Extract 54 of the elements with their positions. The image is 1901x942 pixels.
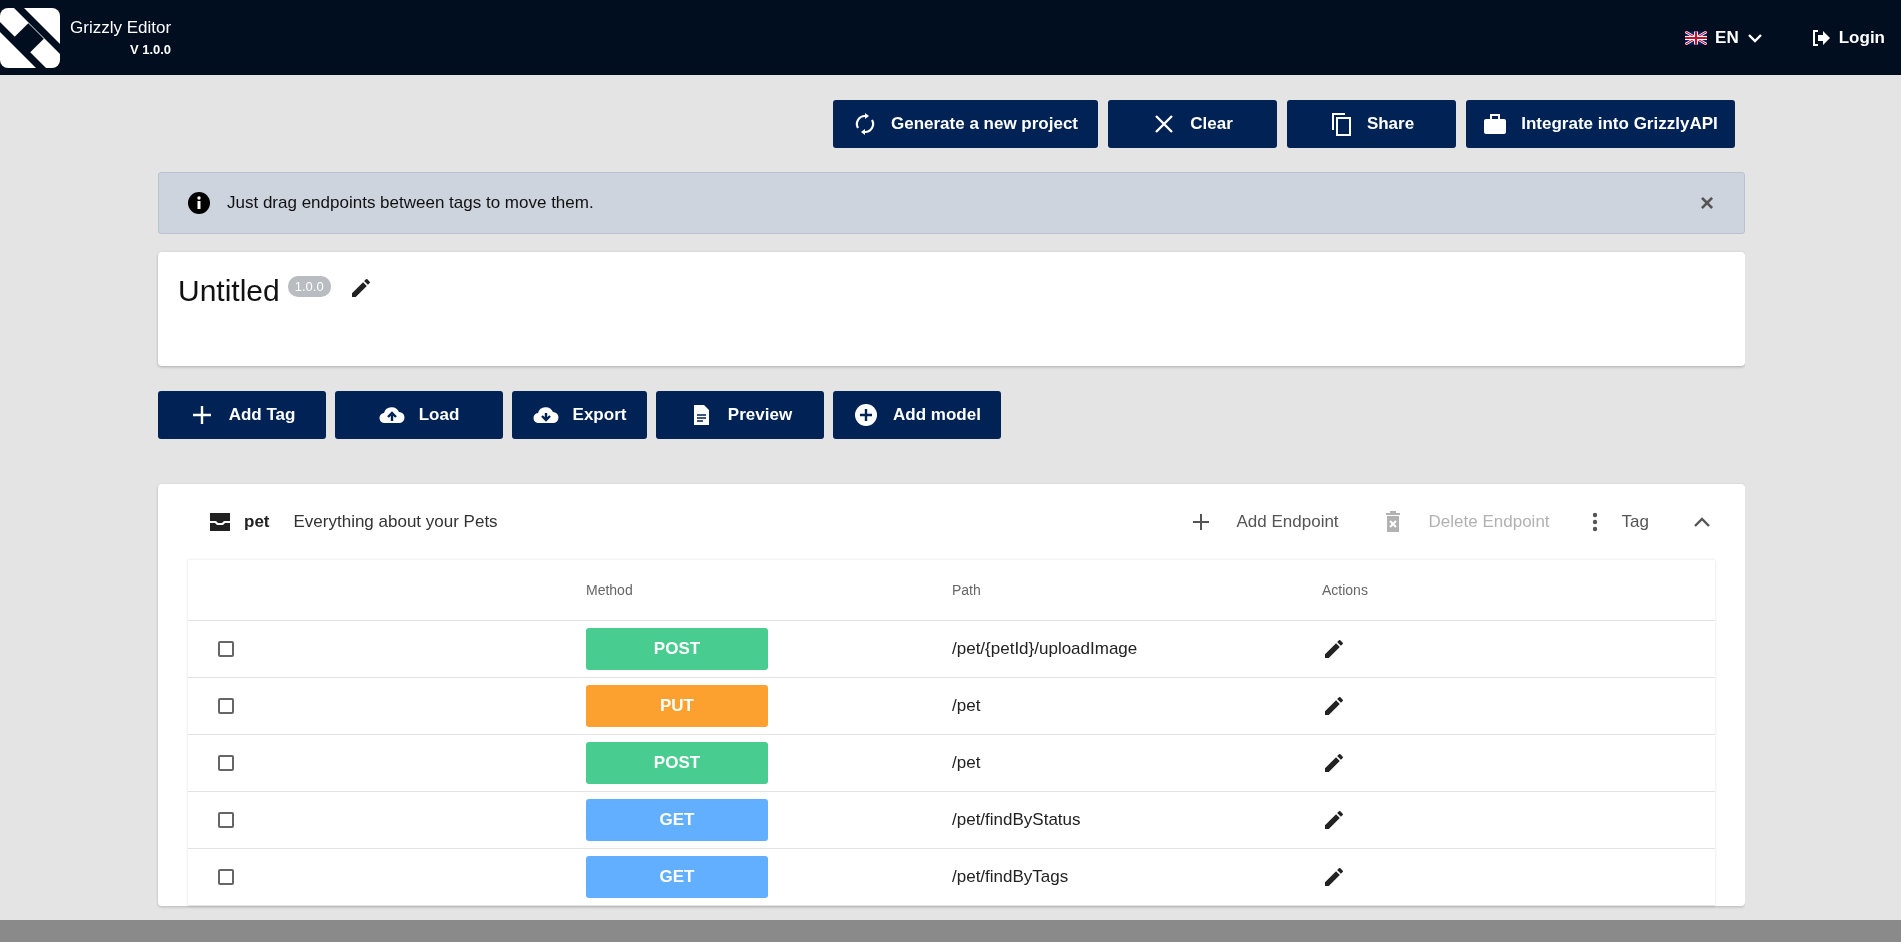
endpoint-path: /pet	[952, 696, 981, 715]
method-badge: POST	[586, 742, 768, 784]
more-icon	[1591, 511, 1598, 533]
toolbar-button[interactable]: Export	[512, 391, 647, 439]
language-selector[interactable]: EN	[1681, 23, 1767, 52]
endpoint-path: /pet/findByTags	[952, 867, 1069, 886]
edit-button[interactable]	[1322, 808, 1346, 832]
edit-button[interactable]	[1322, 694, 1346, 718]
close-button[interactable]: ×	[1694, 188, 1720, 218]
tag-name: pet	[244, 512, 270, 532]
method-badge: PUT	[586, 685, 768, 727]
column-header: Actions	[1322, 582, 1368, 598]
method-badge: GET	[586, 799, 768, 841]
plus-circle-icon	[853, 403, 880, 427]
edit-button[interactable]	[1322, 865, 1346, 889]
tag-description: Everything about your Pets	[293, 512, 498, 532]
endpoint-path: /pet	[952, 753, 981, 772]
info-message: Just drag endpoints between tags to move them.	[227, 193, 595, 213]
method-badge: GET	[586, 856, 768, 898]
checkbox[interactable]	[218, 755, 234, 771]
inbox-icon	[208, 511, 232, 533]
checkbox[interactable]	[218, 698, 234, 714]
checkbox[interactable]	[218, 812, 234, 828]
endpoint-path: /pet/findByStatus	[952, 810, 1081, 829]
flag-icon	[1685, 30, 1708, 45]
login-icon	[1810, 28, 1831, 47]
toolbar-button[interactable]: Add model	[833, 391, 1001, 439]
column-header: Method	[586, 582, 633, 598]
briefcase-icon	[1483, 112, 1508, 136]
edit-button[interactable]	[1322, 637, 1346, 661]
action-button[interactable]: Share	[1287, 100, 1456, 148]
app-version: V 1.0.0	[129, 42, 172, 57]
action-button[interactable]: Integrate into GrizzlyAPI	[1466, 100, 1735, 148]
column-header: Path	[952, 582, 981, 598]
toolbar-button[interactable]: Add Tag	[158, 391, 326, 439]
edit-button[interactable]	[1322, 751, 1346, 775]
chevron-down-icon	[1746, 32, 1763, 43]
toolbar-button[interactable]: Load	[335, 391, 503, 439]
checkbox[interactable]	[218, 641, 234, 657]
endpoint-path: /pet/{petId}/uploadImage	[952, 639, 1138, 658]
version-badge: 1.0.0	[287, 276, 331, 297]
tag-action-button[interactable]: Tag	[1585, 510, 1655, 534]
project-title: Untitled	[178, 274, 280, 308]
method-badge: POST	[586, 628, 768, 670]
login-button[interactable]: Login	[1806, 23, 1889, 52]
horizontal-scrollbar[interactable]	[0, 920, 1901, 942]
toolbar-button[interactable]: Preview	[656, 391, 824, 439]
chevron-icon	[1693, 516, 1711, 528]
tag-action-button[interactable]: Add Endpoint	[1182, 509, 1345, 535]
checkbox[interactable]	[218, 869, 234, 885]
action-button[interactable]: Generate a new project	[833, 100, 1098, 148]
info-icon	[187, 191, 211, 215]
action-button[interactable]: Clear	[1108, 100, 1277, 148]
app-name: Grizzly Editor	[70, 18, 172, 38]
